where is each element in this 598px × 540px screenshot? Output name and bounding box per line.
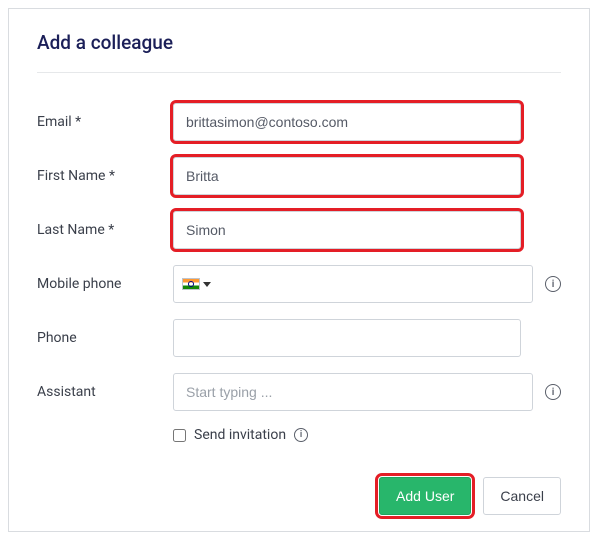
- email-field[interactable]: [173, 103, 521, 141]
- chevron-down-icon: [203, 282, 211, 287]
- flag-india-icon: [182, 278, 200, 290]
- send-invitation-checkbox[interactable]: [173, 429, 186, 442]
- info-icon[interactable]: i: [294, 428, 308, 442]
- row-email: Email *: [37, 103, 561, 141]
- phone-field[interactable]: [173, 319, 521, 357]
- send-invitation-label: Send invitation: [194, 427, 286, 443]
- info-icon[interactable]: i: [545, 384, 561, 400]
- row-assistant: Assistant i: [37, 373, 561, 411]
- label-email: Email *: [37, 114, 173, 130]
- row-first-name: First Name *: [37, 157, 561, 195]
- add-user-button[interactable]: Add User: [379, 477, 471, 515]
- label-first-name: First Name *: [37, 168, 173, 184]
- country-selector[interactable]: [182, 278, 211, 290]
- mobile-field-wrapper: [173, 265, 533, 303]
- dialog-footer: Add User Cancel: [9, 453, 589, 515]
- last-name-field[interactable]: [173, 211, 521, 249]
- assistant-field[interactable]: [173, 373, 533, 411]
- label-phone: Phone: [37, 330, 173, 346]
- label-last-name: Last Name *: [37, 222, 173, 238]
- info-icon[interactable]: i: [545, 276, 561, 292]
- send-invitation-row: Send invitation i: [173, 427, 561, 443]
- dialog-title: Add a colleague: [37, 31, 561, 54]
- dialog-header: Add a colleague: [9, 9, 589, 72]
- mobile-field[interactable]: [217, 266, 524, 302]
- label-assistant: Assistant: [37, 384, 173, 400]
- row-last-name: Last Name *: [37, 211, 561, 249]
- add-colleague-dialog: Add a colleague Email * First Name * Las…: [8, 8, 590, 532]
- row-mobile: Mobile phone i: [37, 265, 561, 303]
- form: Email * First Name * Last Name * Mobile …: [9, 73, 589, 453]
- label-mobile: Mobile phone: [37, 276, 173, 292]
- row-phone: Phone: [37, 319, 561, 357]
- cancel-button[interactable]: Cancel: [483, 477, 561, 515]
- first-name-field[interactable]: [173, 157, 521, 195]
